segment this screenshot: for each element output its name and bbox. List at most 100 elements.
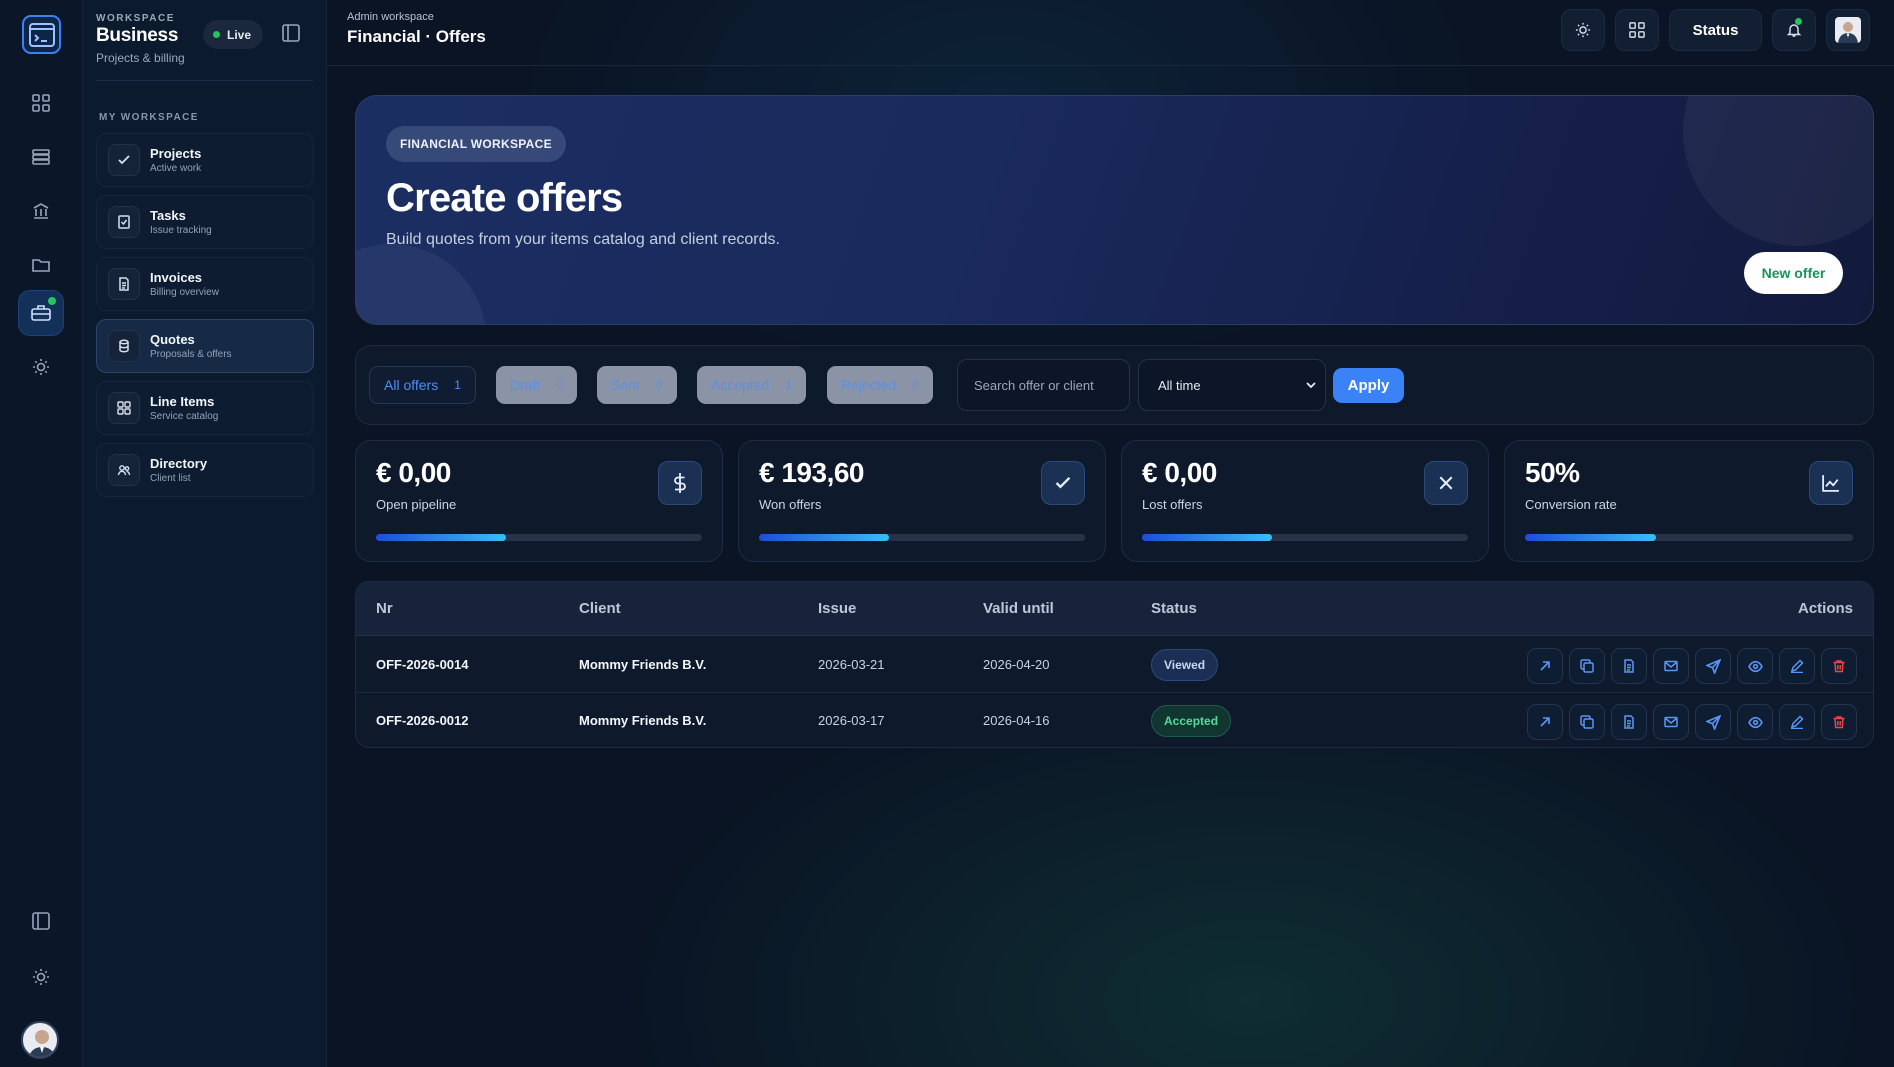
stat-label: Won offers — [759, 497, 822, 512]
period-select[interactable]: All time — [1138, 359, 1326, 411]
sidebar-item-tasks[interactable]: Tasks Issue tracking — [96, 195, 314, 249]
filter-chip-all[interactable]: All offers 1 — [369, 366, 476, 404]
sidebar-item-sub: Client list — [150, 473, 191, 484]
open-icon[interactable] — [1527, 648, 1563, 684]
edit-icon[interactable] — [1779, 648, 1815, 684]
chart-icon — [1809, 461, 1853, 505]
duplicate-icon[interactable] — [1569, 648, 1605, 684]
view-icon[interactable] — [1737, 704, 1773, 740]
chevron-down-icon — [1305, 379, 1317, 391]
user-avatar[interactable] — [1826, 9, 1870, 51]
chip-label: Rejected — [841, 377, 897, 393]
sidebar-item-projects[interactable]: Projects Active work — [96, 133, 314, 187]
open-icon[interactable] — [1527, 704, 1563, 740]
notification-dot — [1795, 18, 1802, 25]
view-icon[interactable] — [1737, 648, 1773, 684]
search-input[interactable]: Search offer or client — [957, 359, 1130, 411]
column-header[interactable]: Nr — [376, 600, 393, 617]
send-icon[interactable] — [1695, 704, 1731, 740]
sidebar-item-sub: Proposals & offers — [150, 349, 232, 360]
sidebar-item-invoices[interactable]: Invoices Billing overview — [96, 257, 314, 311]
sidebar-item-sub: Active work — [150, 163, 202, 174]
period-value: All time — [1158, 377, 1201, 393]
stat-card-conversion-rate: 50% Conversion rate — [1504, 440, 1874, 562]
sidebar-item-sub: Issue tracking — [150, 225, 212, 236]
offers-table: Nr Client Issue Valid until Status Actio… — [355, 581, 1874, 748]
bank-icon[interactable] — [18, 188, 64, 234]
grid-icon[interactable] — [18, 80, 64, 126]
client-name: Mommy Friends B.V. — [579, 657, 707, 672]
briefcase-icon[interactable] — [18, 290, 64, 336]
theme-toggle-button[interactable] — [1561, 9, 1605, 51]
chip-count: 0 — [556, 378, 564, 392]
panel-icon[interactable] — [18, 898, 64, 944]
mail-icon[interactable] — [1653, 648, 1689, 684]
sidebar-item-directory[interactable]: Directory Client list — [96, 443, 314, 497]
live-badge: Live — [203, 20, 264, 49]
check-icon — [108, 144, 140, 176]
mail-icon[interactable] — [1653, 704, 1689, 740]
terminal-icon[interactable] — [22, 15, 61, 54]
column-header: Actions — [1797, 600, 1853, 617]
notifications-button[interactable] — [1772, 9, 1816, 51]
column-header[interactable]: Issue — [818, 600, 856, 617]
sun-icon — [1575, 22, 1591, 38]
delete-icon[interactable] — [1821, 648, 1857, 684]
apply-button[interactable]: Apply — [1333, 368, 1404, 403]
chip-label: Accepted — [711, 377, 770, 393]
status-badge: Accepted — [1151, 705, 1232, 737]
sidebar-item-line-items[interactable]: Line Items Service catalog — [96, 381, 314, 435]
settings-icon[interactable] — [18, 954, 64, 1000]
progress-fill — [376, 534, 507, 541]
sidebar-item-quotes[interactable]: Quotes Proposals & offers — [96, 319, 314, 373]
delete-icon[interactable] — [1821, 704, 1857, 740]
offer-number[interactable]: OFF-2026-0014 — [376, 657, 469, 672]
status-button[interactable]: Status — [1669, 9, 1762, 51]
pdf-icon[interactable] — [1611, 704, 1647, 740]
stat-card-won-offers: € 193,60 Won offers — [738, 440, 1106, 562]
sidebar: WORKSPACE Business Projects & billing Li… — [83, 0, 327, 1067]
column-header[interactable]: Client — [579, 600, 621, 617]
status-label: Status — [1692, 21, 1739, 39]
filter-chip-sent[interactable]: Sent 0 — [597, 366, 677, 404]
chip-count: 1 — [454, 378, 461, 392]
column-header[interactable]: Status — [1151, 600, 1197, 617]
pdf-icon[interactable] — [1611, 648, 1647, 684]
stat-card-lost-offers: € 0,00 Lost offers — [1121, 440, 1489, 562]
status-badge: Viewed — [1151, 649, 1219, 681]
chip-count: 0 — [912, 378, 919, 392]
table-row[interactable]: OFF-2026-0012 Mommy Friends B.V. 2026-03… — [356, 693, 1873, 747]
folder-icon[interactable] — [18, 242, 64, 288]
table-row[interactable]: OFF-2026-0014 Mommy Friends B.V. 2026-03… — [356, 637, 1873, 693]
filter-chip-rejected[interactable]: Rejected 0 — [827, 366, 933, 404]
users-icon — [108, 454, 140, 486]
apps-button[interactable] — [1615, 9, 1659, 51]
sun-icon[interactable] — [18, 344, 64, 390]
avatar[interactable] — [21, 1021, 59, 1059]
send-icon[interactable] — [1695, 648, 1731, 684]
filter-chip-accepted[interactable]: Accepted 1 — [697, 366, 807, 404]
new-offer-button[interactable]: New offer — [1744, 252, 1843, 294]
filter-chip-draft[interactable]: Draft 0 — [496, 366, 578, 404]
progress-bar — [759, 534, 1085, 541]
check-icon — [1041, 461, 1085, 505]
sidebar-item-label: Quotes — [150, 332, 195, 347]
server-icon[interactable] — [18, 134, 64, 180]
icon-rail — [0, 0, 83, 1067]
table-header: Nr Client Issue Valid until Status Actio… — [356, 582, 1873, 636]
edit-icon[interactable] — [1779, 704, 1815, 740]
collapse-sidebar-icon[interactable] — [282, 24, 300, 42]
workspace-name: Business — [96, 25, 179, 46]
page-title: Financial · Offers — [347, 27, 486, 46]
client-name: Mommy Friends B.V. — [579, 713, 707, 728]
breadcrumb[interactable]: Admin workspace — [347, 11, 434, 23]
chip-label: Draft — [510, 377, 541, 393]
column-header[interactable]: Valid until — [983, 600, 1054, 617]
filter-bar: All offers 1 Draft 0 Sent 0 Accepted 1 Rejec… — [355, 345, 1874, 425]
grid-icon — [108, 392, 140, 424]
workspace-kicker: WORKSPACE — [96, 13, 175, 24]
duplicate-icon[interactable] — [1569, 704, 1605, 740]
offer-number[interactable]: OFF-2026-0012 — [376, 713, 469, 728]
hero-subtitle: Build quotes from your items catalog and… — [386, 231, 780, 248]
hero-banner: FINANCIAL WORKSPACE Create offers Build … — [355, 95, 1874, 325]
